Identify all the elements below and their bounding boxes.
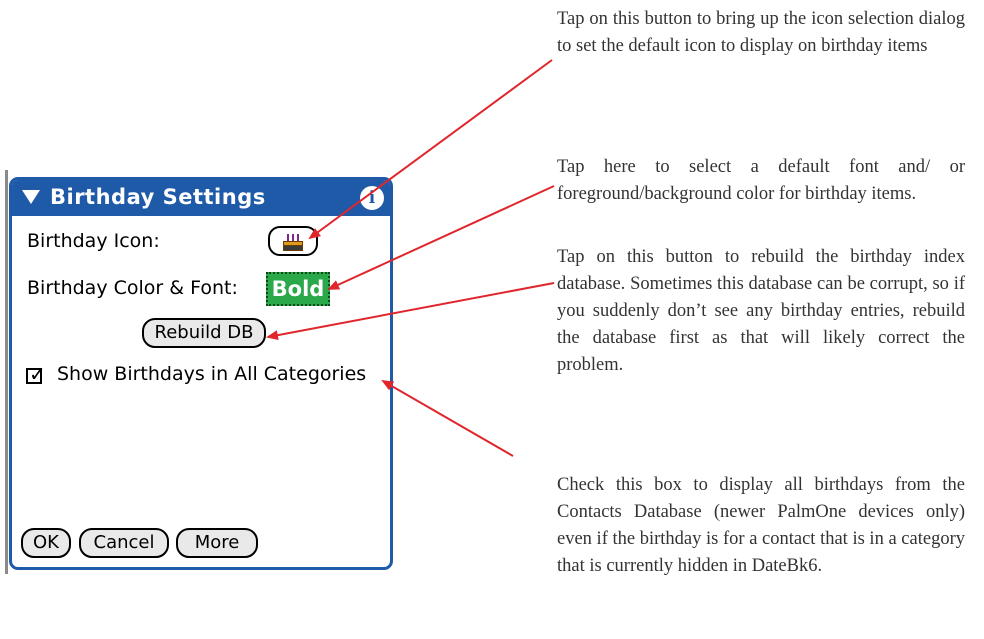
arrow-to-show-all	[381, 380, 514, 457]
annotation-arrows	[266, 59, 555, 457]
arrow-to-rebuild-db	[266, 282, 555, 341]
arrow-to-icon-button	[308, 59, 553, 240]
arrow-to-color-font	[327, 185, 555, 290]
